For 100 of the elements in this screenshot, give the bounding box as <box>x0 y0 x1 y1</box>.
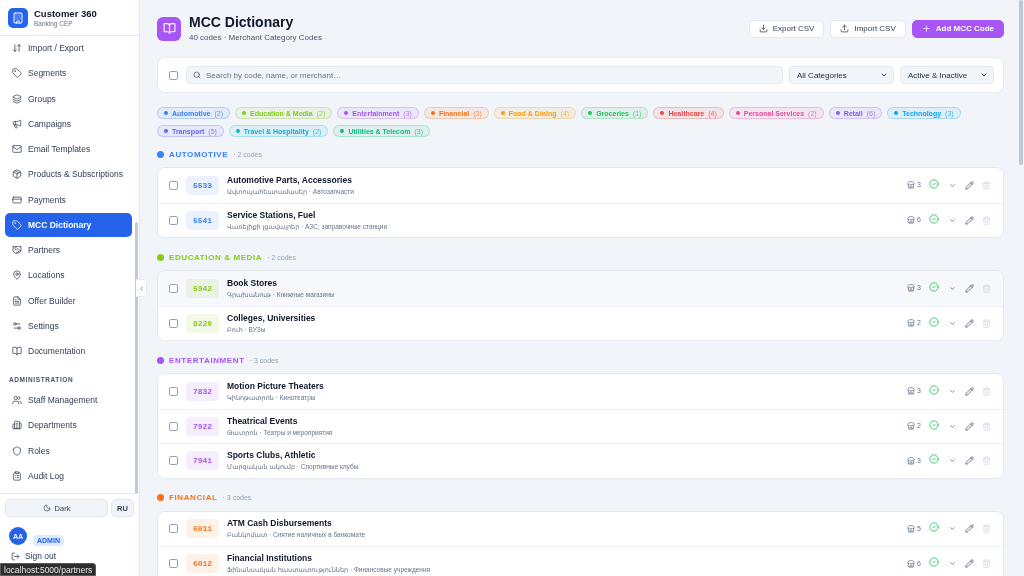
expand-button[interactable] <box>949 525 956 533</box>
edit-button[interactable] <box>965 456 974 466</box>
mcc-code-badge: 6012 <box>186 554 219 574</box>
status-select[interactable]: Active & Inactive <box>900 66 994 84</box>
edit-button[interactable] <box>965 559 974 569</box>
scrollbar-thumb[interactable] <box>135 222 138 493</box>
edit-button[interactable] <box>965 283 974 293</box>
expand-button[interactable] <box>949 387 956 395</box>
upload-icon <box>840 24 850 33</box>
pencil-icon <box>965 318 974 328</box>
category-heading: AUTOMOTIVE <box>169 149 229 159</box>
pencil-icon <box>965 421 974 431</box>
sidebar-item[interactable]: Partners <box>5 238 132 262</box>
sidebar-item[interactable]: Settings <box>5 313 132 338</box>
document-icon <box>12 295 22 306</box>
sidebar-item[interactable]: Locations <box>5 263 132 288</box>
sidebar-item[interactable]: Departments <box>5 413 132 438</box>
trash-icon <box>982 456 991 466</box>
search-field[interactable]: Search by code, name, or merchant… <box>186 66 783 84</box>
category-heading: ENTERTAINMENT <box>169 355 245 365</box>
sidebar-item[interactable]: Groups <box>5 86 132 111</box>
checkbox[interactable] <box>169 180 178 190</box>
checkbox[interactable] <box>169 386 178 396</box>
import-button[interactable]: Import CSV <box>830 19 906 38</box>
mcc-code-badge: 6011 <box>186 519 219 539</box>
mcc-name: Theatrical Events <box>227 415 298 426</box>
store-icon <box>907 284 916 293</box>
chevron-down-icon <box>949 525 956 533</box>
expand-button[interactable] <box>949 457 956 465</box>
delete-button[interactable] <box>982 180 991 190</box>
chevron-left-icon <box>137 284 145 292</box>
sign-out-button[interactable]: Sign out <box>11 551 57 561</box>
sidebar-item[interactable]: MCC Dictionary <box>5 212 132 237</box>
delete-button[interactable] <box>982 318 991 328</box>
building-logo-icon <box>8 7 28 28</box>
expand-button[interactable] <box>949 284 956 292</box>
clipboard-icon <box>12 470 22 481</box>
sidebar-item[interactable]: Documentation <box>5 339 132 363</box>
edit-button[interactable] <box>965 386 974 396</box>
expand-button[interactable] <box>949 216 956 224</box>
delete-button[interactable] <box>982 283 991 293</box>
delete-button[interactable] <box>982 421 991 431</box>
chevron-down-icon <box>949 284 956 292</box>
pencil-icon <box>965 456 974 466</box>
checkbox[interactable] <box>169 70 178 80</box>
mcc-name: ATM Cash Disbursements <box>227 518 332 529</box>
checkbox[interactable] <box>169 215 178 225</box>
sidebar-item[interactable]: Products & Subscriptions <box>5 162 132 187</box>
store-icon <box>907 422 916 431</box>
pencil-icon <box>965 180 974 190</box>
checkbox[interactable] <box>169 283 178 293</box>
scrollbar-thumb[interactable] <box>1019 0 1023 165</box>
sidebar-item[interactable]: Roles <box>5 438 132 463</box>
edit-button[interactable] <box>965 180 974 190</box>
checkbox[interactable] <box>169 421 178 431</box>
sidebar-item[interactable]: Offer Builder <box>5 288 132 313</box>
store-icon <box>907 319 916 328</box>
checkbox[interactable] <box>169 524 178 534</box>
mcc-name: Service Stations, Fuel <box>227 209 316 220</box>
sidebar-item[interactable]: Email Templates <box>5 137 132 161</box>
checkbox[interactable] <box>169 559 178 569</box>
delete-button[interactable] <box>982 215 991 225</box>
delete-button[interactable] <box>982 456 991 466</box>
sidebar-item[interactable]: Segments <box>5 61 132 86</box>
mcc-code-badge: 7832 <box>186 381 219 401</box>
delete-button[interactable] <box>982 559 991 569</box>
store-icon <box>907 456 916 465</box>
trash-icon <box>982 386 991 396</box>
trash-icon <box>982 559 991 569</box>
checkbox[interactable] <box>169 456 178 466</box>
search-icon <box>193 71 201 79</box>
edit-button[interactable] <box>965 215 974 225</box>
edit-button[interactable] <box>965 524 974 534</box>
edit-button[interactable] <box>965 318 974 328</box>
edit-button[interactable] <box>965 421 974 431</box>
sidebar-item[interactable]: Staff Management <box>5 388 132 412</box>
book-icon <box>12 346 22 356</box>
delete-button[interactable] <box>982 524 991 534</box>
credit-card-icon <box>12 194 22 205</box>
pencil-icon <box>965 386 974 396</box>
expand-button[interactable] <box>949 560 956 568</box>
category-select[interactable]: All Categories <box>789 66 894 84</box>
store-icon <box>907 559 916 568</box>
delete-button[interactable] <box>982 386 991 396</box>
checkbox[interactable] <box>169 318 178 328</box>
trash-icon <box>982 180 991 190</box>
collapse-sidebar-button[interactable] <box>136 279 147 297</box>
chevron-down-icon <box>949 387 956 395</box>
sidebar-item[interactable]: Payments <box>5 187 132 212</box>
add-button[interactable]: Add MCC Code <box>911 19 1004 38</box>
export-button[interactable]: Export CSV <box>748 19 825 38</box>
sidebar-item[interactable]: Audit Log <box>5 463 132 488</box>
store-icon <box>907 181 916 190</box>
expand-button[interactable] <box>949 422 956 430</box>
expand-button[interactable] <box>949 181 956 189</box>
sidebar-item[interactable]: Import / Export <box>5 36 132 60</box>
expand-button[interactable] <box>949 319 956 327</box>
sidebar-item[interactable]: Campaigns <box>5 111 132 136</box>
users-icon <box>12 395 22 405</box>
mcc-name: Sports Clubs, Athletic <box>227 450 316 461</box>
